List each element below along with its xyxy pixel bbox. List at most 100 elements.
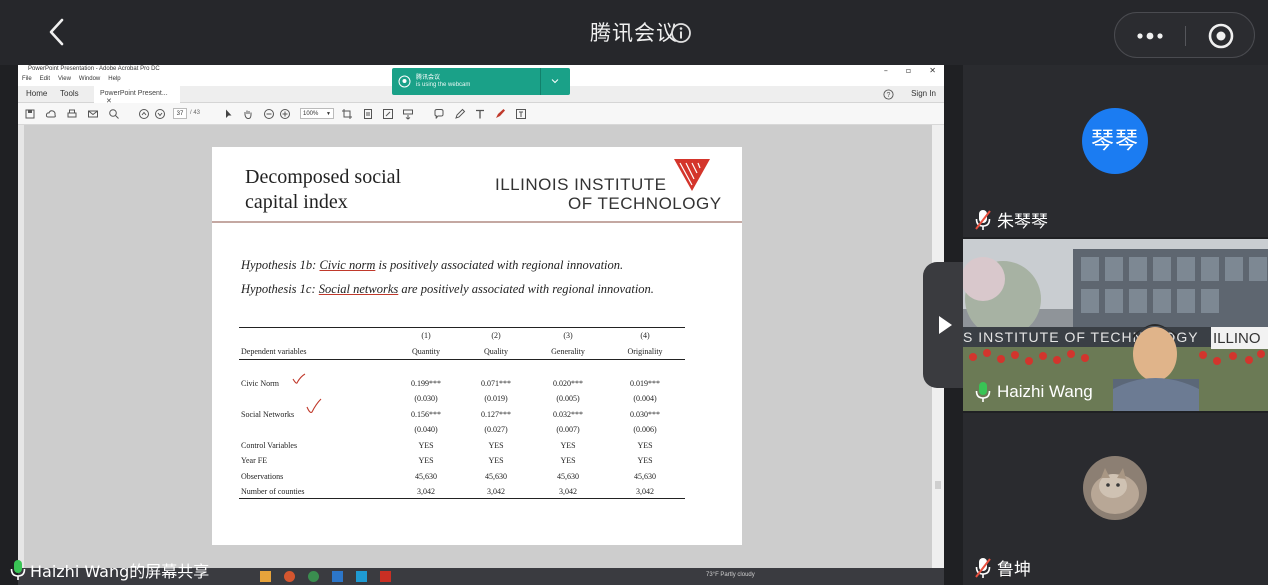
- page-up-icon[interactable]: [138, 108, 150, 120]
- presentation-slide: Decomposed social capital index ILLINOIS…: [212, 147, 742, 545]
- table-cell: 45,630: [415, 472, 437, 481]
- participant-name-row: 鲁坤: [975, 555, 1031, 580]
- avatar: 琴琴: [1082, 108, 1148, 174]
- text-tool-icon[interactable]: [474, 108, 486, 120]
- zoom-out-icon[interactable]: [263, 108, 275, 120]
- table-cell: 45,630: [485, 472, 507, 481]
- tab-document[interactable]: PowerPoint Present... ✕: [94, 86, 180, 105]
- zoom-select[interactable]: 100% ▼: [300, 108, 334, 119]
- participant-name-row: Haizhi Wang: [975, 381, 1093, 403]
- taskbar-app-icon[interactable]: [284, 571, 295, 582]
- hypothesis-1c-term: Social networks: [318, 282, 399, 296]
- mail-icon[interactable]: [87, 108, 99, 120]
- more-dots-icon[interactable]: [1131, 26, 1171, 46]
- popup-divider: [540, 68, 541, 95]
- col-number: (3): [563, 331, 573, 340]
- slide-title-line1: Decomposed social: [245, 166, 402, 188]
- logo-text-line1: ILLINOIS INSTITUTE: [495, 175, 667, 194]
- tab-home[interactable]: Home: [26, 89, 47, 98]
- scroll-mode-icon[interactable]: [402, 108, 414, 120]
- crop-icon[interactable]: [341, 108, 353, 120]
- scrollbar-thumb[interactable]: [935, 481, 941, 489]
- taskbar-app-icon[interactable]: [356, 571, 367, 582]
- collapse-handle[interactable]: [923, 262, 963, 388]
- hypothesis-1b-prefix: Hypothesis 1b:: [241, 258, 320, 272]
- meeting-title: 腾讯会议: [590, 21, 678, 45]
- logo-text-line2: OF TECHNOLOGY: [568, 194, 722, 213]
- window-title: PowerPoint Presentation - Adobe Acrobat …: [28, 66, 160, 72]
- print-icon[interactable]: [66, 108, 78, 120]
- microphone-muted-icon: [975, 557, 991, 578]
- help-icon[interactable]: ?: [883, 89, 894, 100]
- shared-screen: PowerPoint Presentation - Adobe Acrobat …: [18, 65, 944, 585]
- hand-tool-icon[interactable]: [242, 108, 254, 120]
- search-icon[interactable]: [108, 108, 120, 120]
- microphone-icon: [10, 560, 26, 580]
- taskbar-app-icon[interactable]: [260, 571, 271, 582]
- row-label: Social Networks: [241, 410, 295, 419]
- table-cell: 3,042: [636, 487, 654, 496]
- col-number: (1): [421, 331, 431, 340]
- sign-in-link[interactable]: Sign In: [911, 89, 936, 98]
- top-right-capsule: [1114, 12, 1255, 58]
- meeting-window: 腾讯会议 PowerPoint Presentation - Adobe Acr…: [0, 0, 1268, 585]
- highlight-pen-icon[interactable]: [454, 108, 466, 120]
- page-number-input[interactable]: 37: [173, 108, 187, 119]
- info-icon[interactable]: [670, 22, 692, 44]
- slide-divider: [212, 221, 742, 223]
- checkmark-annotation-icon: [306, 398, 322, 413]
- row-label: Control Variables: [241, 441, 298, 450]
- restore-icon[interactable]: ▫: [906, 66, 911, 75]
- hypothesis-1c: Hypothesis 1c: Social networks are posit…: [241, 282, 654, 297]
- save-icon[interactable]: [24, 108, 36, 120]
- menu-file[interactable]: File: [22, 76, 32, 82]
- table-cell: (0.006): [633, 425, 657, 434]
- table-header-rule: [239, 359, 685, 360]
- participant-name-row: 朱琴琴: [975, 207, 1048, 232]
- page-tool-icon[interactable]: [362, 108, 374, 120]
- taskbar-app-icon[interactable]: [332, 571, 343, 582]
- taskbar-app-icon[interactable]: [380, 571, 391, 582]
- form-field-icon[interactable]: [515, 108, 527, 120]
- draw-tool-icon[interactable]: [494, 108, 506, 120]
- participant-video-tile[interactable]: S INSTITUTE OF TECHNOLOGY ILLINO Haizhi …: [963, 239, 1268, 411]
- taskbar-app-icon[interactable]: [308, 571, 319, 582]
- table-cell: YES: [637, 456, 653, 465]
- hypothesis-1c-prefix: Hypothesis 1c:: [241, 282, 319, 296]
- minimize-icon[interactable]: –: [884, 66, 888, 75]
- menu-window[interactable]: Window: [79, 76, 100, 82]
- menu-view[interactable]: View: [58, 76, 71, 82]
- slide-title: Decomposed social capital index: [245, 165, 401, 215]
- column-header: Originality: [627, 347, 663, 356]
- svg-text:ILLINO: ILLINO: [1213, 330, 1261, 347]
- col-number: (2): [491, 331, 501, 340]
- participant-tile[interactable]: 琴琴 朱琴琴: [963, 65, 1268, 237]
- column-header: Generality: [551, 347, 585, 356]
- page-total: / 43: [190, 110, 201, 116]
- fit-page-icon[interactable]: [382, 108, 394, 120]
- participant-name: 朱琴琴: [997, 212, 1048, 232]
- table-cell: 0.071***: [481, 379, 511, 388]
- webcam-notification[interactable]: 腾讯会议 is using the webcam: [392, 68, 570, 95]
- table-cell: 0.156***: [411, 410, 441, 419]
- table-cell: (0.019): [484, 394, 508, 403]
- table-bottom-rule: [239, 498, 685, 499]
- taskbar-weather[interactable]: 73°F Partly cloudy: [706, 572, 755, 578]
- zoom-in-icon[interactable]: [279, 108, 291, 120]
- table-cell: (0.007): [556, 425, 580, 434]
- upload-cloud-icon[interactable]: [45, 108, 57, 120]
- chevron-down-icon[interactable]: [550, 76, 560, 86]
- hypothesis-1b: Hypothesis 1b: Civic norm is positively …: [241, 258, 623, 273]
- webcam-notification-message: is using the webcam: [416, 82, 471, 88]
- page-down-icon[interactable]: [154, 108, 166, 120]
- select-cursor-icon[interactable]: [223, 108, 235, 120]
- table-cell: 0.199***: [411, 379, 441, 388]
- menu-edit[interactable]: Edit: [40, 76, 50, 82]
- tab-document-label: PowerPoint Present...: [100, 90, 168, 97]
- close-icon[interactable]: ✕: [929, 66, 936, 75]
- menu-help[interactable]: Help: [108, 76, 120, 82]
- comment-icon[interactable]: [433, 108, 445, 120]
- record-icon[interactable]: [1207, 22, 1235, 50]
- participant-tile[interactable]: 鲁坤: [963, 413, 1268, 585]
- tab-tools[interactable]: Tools: [60, 89, 79, 98]
